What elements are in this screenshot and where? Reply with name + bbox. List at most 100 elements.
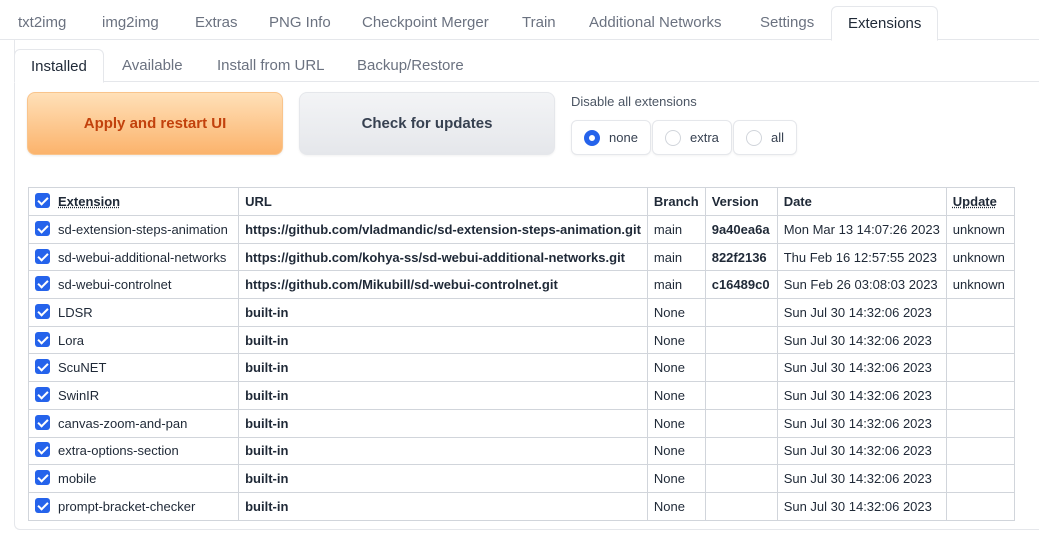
extension-name: sd-webui-controlnet (58, 277, 172, 293)
cell-url: https://github.com/vladmandic/sd-extensi… (238, 215, 648, 244)
extension-enabled-checkbox[interactable] (35, 303, 50, 319)
cell-url: built-in (238, 436, 648, 466)
extension-name: sd-extension-steps-animation (58, 221, 228, 237)
cell-version (704, 464, 778, 493)
extension-enabled-checkbox[interactable] (35, 386, 50, 402)
extension-enabled-checkbox[interactable] (35, 414, 50, 430)
cell-extension: extra-options-section (27, 436, 240, 466)
extension-name: sd-webui-additional-networks (58, 249, 227, 265)
cell-version (704, 381, 778, 410)
disable-all-extensions-label: Disable all extensions (571, 94, 697, 109)
extension-enabled-checkbox[interactable] (35, 359, 50, 375)
radio-checked-icon (584, 129, 600, 146)
cell-version (704, 408, 778, 438)
cell-extension: sd-extension-steps-animation (27, 215, 240, 244)
cell-update: unknown (945, 270, 1016, 300)
extensions-table: Extension URL Branch Version Date Update… (27, 187, 1016, 521)
table-row: ScuNET built-in None Sun Jul 30 14:32:06 20… (27, 353, 1016, 383)
radio-all-label: all (771, 130, 785, 145)
header-date: Date (776, 187, 947, 216)
table-row: sd-webui-additional-networks https://gith… (27, 242, 1016, 272)
tab-settings[interactable]: Settings (760, 6, 814, 40)
cell-url: https://github.com/Mikubill/sd-webui-con… (238, 270, 648, 300)
cell-version (704, 298, 778, 327)
apply-and-restart-button[interactable]: Apply and restart UI (27, 92, 283, 155)
cell-url: built-in (238, 464, 648, 493)
extension-enabled-checkbox[interactable] (35, 497, 50, 513)
radio-none[interactable]: none (571, 120, 651, 155)
extension-enabled-checkbox[interactable] (35, 470, 50, 486)
cell-date: Sun Jul 30 14:32:06 2023 (776, 464, 947, 493)
sub-tab-bar: Installed Available Install from URL Bac… (14, 49, 1039, 83)
tab-additional-networks[interactable]: Additional Networks (589, 6, 722, 40)
extension-name: SwinIR (58, 387, 100, 403)
radio-none-label: none (609, 130, 638, 145)
radio-extra[interactable]: extra (652, 120, 732, 155)
cell-version (704, 436, 778, 466)
extension-enabled-checkbox[interactable] (35, 276, 50, 292)
select-all-checkbox[interactable] (35, 193, 50, 208)
tab-installed[interactable]: Installed (14, 49, 104, 83)
cell-extension: ScuNET (27, 353, 240, 383)
tab-extensions[interactable]: Extensions (831, 6, 939, 41)
cell-branch: main (646, 242, 706, 272)
cell-branch: None (646, 464, 706, 493)
extension-enabled-checkbox[interactable] (35, 442, 50, 458)
cell-extension: sd-webui-additional-networks (27, 242, 240, 272)
check-for-updates-button[interactable]: Check for updates (299, 92, 555, 155)
cell-update: unknown (945, 215, 1016, 244)
table-row: LDSR built-in None Sun Jul 30 14:32:06 2023 (27, 298, 1016, 327)
cell-date: Sun Jul 30 14:32:06 2023 (776, 325, 947, 355)
header-update: Update (945, 187, 1016, 216)
header-update-label: Update (952, 194, 997, 209)
cell-version: c16489c0 (704, 270, 778, 300)
header-url: URL (238, 187, 648, 216)
cell-url: built-in (238, 353, 648, 383)
cell-version (704, 491, 778, 521)
cell-extension: SwinIR (27, 381, 240, 410)
cell-branch: None (646, 298, 706, 327)
extension-enabled-checkbox[interactable] (35, 331, 50, 347)
tab-backup-restore[interactable]: Backup/Restore (357, 49, 464, 82)
cell-date: Mon Mar 13 14:07:26 2023 (776, 215, 947, 244)
cell-date: Sun Jul 30 14:32:06 2023 (776, 436, 947, 466)
main-tab-bar: txt2img img2img Extras PNG Info Checkpoi… (0, 0, 1039, 41)
table-header-row: Extension URL Branch Version Date Update (27, 187, 1016, 216)
radio-all[interactable]: all (733, 120, 797, 155)
cell-version: 822f2136 (704, 242, 778, 272)
cell-update (945, 491, 1016, 521)
tab-train[interactable]: Train (522, 6, 556, 40)
cell-url: built-in (238, 381, 648, 410)
extension-name: mobile (58, 471, 97, 487)
cell-extension: mobile (27, 464, 240, 493)
extension-name: ScuNET (58, 360, 107, 376)
cell-version: 9a40ea6a (704, 215, 778, 244)
tab-extras[interactable]: Extras (195, 6, 238, 40)
cell-url: https://github.com/kohya-ss/sd-webui-add… (238, 242, 648, 272)
table-row: sd-extension-steps-animation https://gith… (27, 215, 1016, 244)
cell-url: built-in (238, 408, 648, 438)
table-row: extra-options-section built-in None Sun Jul… (27, 436, 1016, 466)
cell-branch: main (646, 270, 706, 300)
tab-available[interactable]: Available (122, 49, 183, 82)
cell-date: Sun Feb 26 03:08:03 2023 (776, 270, 947, 300)
cell-url: built-in (238, 491, 648, 521)
tab-img2img[interactable]: img2img (102, 6, 159, 40)
tab-txt2img[interactable]: txt2img (18, 6, 66, 40)
extension-name: LDSR (58, 304, 93, 320)
tab-checkpoint-merger[interactable]: Checkpoint Merger (362, 6, 489, 40)
tab-install-from-url[interactable]: Install from URL (217, 49, 325, 82)
cell-branch: None (646, 491, 706, 521)
cell-update (945, 325, 1016, 355)
cell-version (704, 353, 778, 383)
cell-extension: sd-webui-controlnet (27, 270, 240, 300)
cell-update: unknown (945, 242, 1016, 272)
tab-png-info[interactable]: PNG Info (269, 6, 331, 40)
extension-enabled-checkbox[interactable] (35, 248, 50, 264)
cell-update (945, 464, 1016, 493)
extension-enabled-checkbox[interactable] (35, 220, 50, 236)
cell-update (945, 353, 1016, 383)
cell-branch: None (646, 408, 706, 438)
table-row: canvas-zoom-and-pan built-in None Sun Jul 3… (27, 408, 1016, 438)
header-version: Version (704, 187, 778, 216)
